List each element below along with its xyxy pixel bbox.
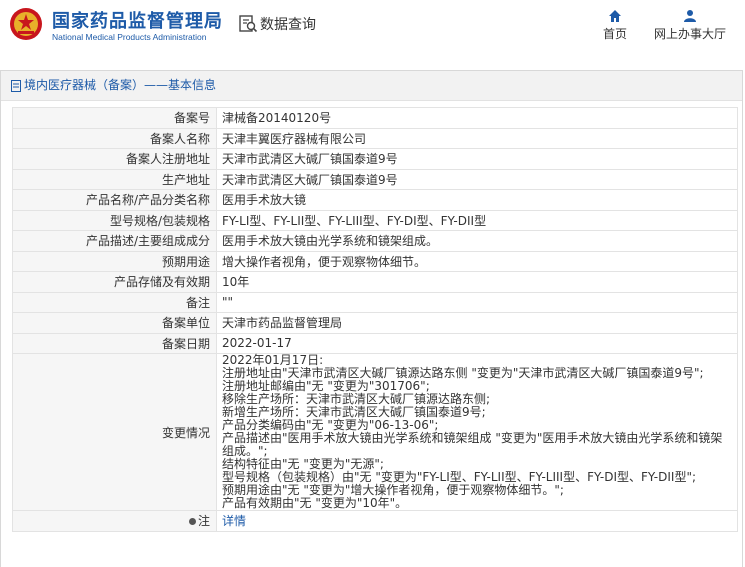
detail-panel: 境内医疗器械（备案）——基本信息 备案号 津械备20140120号 备案人名称 … <box>0 70 743 567</box>
table-row: 产品描述/主要组成成分 医用手术放大镜由光学系统和镜架组成。 <box>12 230 738 252</box>
field-label: 产品描述/主要组成成分 <box>12 230 217 252</box>
field-label: 预期用途 <box>12 250 217 272</box>
record-detail-table: 备案号 津械备20140120号 备案人名称 天津丰翼医疗器械有限公司 备案人注… <box>12 107 738 532</box>
national-emblem-logo[interactable] <box>9 7 43 41</box>
nav-online-office[interactable]: 网上办事大厅 <box>650 9 730 42</box>
nav-home[interactable]: 首页 <box>598 9 632 42</box>
field-value: 增大操作者视角，便于观察物体细节。 <box>216 250 738 272</box>
table-row: 备案号 津械备20140120号 <box>12 107 738 129</box>
table-row: 预期用途 增大操作者视角，便于观察物体细节。 <box>12 250 738 272</box>
table-row: 备案人注册地址 天津市武清区大碱厂镇国泰道9号 <box>12 148 738 170</box>
table-row: 备案人名称 天津丰翼医疗器械有限公司 <box>12 127 738 149</box>
field-value: 天津市武清区大碱厂镇国泰道9号 <box>216 148 738 170</box>
info-bulb-icon <box>188 518 196 526</box>
panel-title-text: 境内医疗器械（备案）——基本信息 <box>24 78 217 92</box>
user-icon <box>684 10 696 22</box>
field-label: 型号规格/包装规格 <box>12 209 217 231</box>
field-value: 津械备20140120号 <box>216 107 738 129</box>
field-label: 备注 <box>12 291 217 313</box>
field-value: 10年 <box>216 271 738 293</box>
field-value: 天津丰翼医疗器械有限公司 <box>216 127 738 149</box>
table-row: 产品存储及有效期 10年 <box>12 271 738 293</box>
field-label: 备案日期 <box>12 332 217 354</box>
field-label: 备案号 <box>12 107 217 129</box>
panel-title: 境内医疗器械（备案）——基本信息 <box>1 71 742 101</box>
field-value: FY-LI型、FY-LII型、FY-LIII型、FY-DI型、FY-DII型 <box>216 209 738 231</box>
details-link[interactable]: 详情 <box>222 514 246 528</box>
field-label: 备案单位 <box>12 312 217 334</box>
site-header: 国家药品监督管理局 National Medical Products Admi… <box>0 0 745 52</box>
brand-subtitle: National Medical Products Administration <box>52 32 207 42</box>
field-label: 产品名称/产品分类名称 <box>12 189 217 211</box>
field-value: 2022-01-17 <box>216 332 738 354</box>
data-query-link[interactable]: 数据查询 <box>238 14 316 34</box>
nav-online-office-label: 网上办事大厅 <box>653 27 726 41</box>
table-row: 生产地址 天津市武清区大碱厂镇国泰道9号 <box>12 168 738 190</box>
field-label: 产品存储及有效期 <box>12 271 217 293</box>
field-value: 天津市药品监督管理局 <box>216 312 738 334</box>
table-row: 备案单位 天津市药品监督管理局 <box>12 312 738 334</box>
brand-title: 国家药品监督管理局 <box>52 11 223 32</box>
table-row: 型号规格/包装规格 FY-LI型、FY-LII型、FY-LIII型、FY-DI型… <box>12 209 738 231</box>
field-label: 变更情况 <box>12 353 217 511</box>
field-label: 备案人注册地址 <box>12 148 217 170</box>
home-icon <box>609 10 621 22</box>
document-search-icon <box>239 15 258 33</box>
change-line: 产品描述由"医用手术放大镜由光学系统和镜架组成 "变更为"医用手术放大镜由光学系… <box>222 431 723 458</box>
table-row: 备注 "" <box>12 291 738 313</box>
document-icon <box>11 79 21 92</box>
table-row-change-history: 变更情况 2022年01月17日: 注册地址由"天津市武清区大碱厂镇源达路东侧 … <box>12 353 738 511</box>
table-row: 备案日期 2022-01-17 <box>12 332 738 354</box>
data-query-label: 数据查询 <box>260 17 316 33</box>
nav-home-label: 首页 <box>602 27 627 41</box>
field-label: 备案人名称 <box>12 127 217 149</box>
note-value-cell: 详情 <box>216 510 738 532</box>
field-value: 天津市武清区大碱厂镇国泰道9号 <box>216 168 738 190</box>
table-row-note: 注 详情 <box>12 510 738 532</box>
field-label: 生产地址 <box>12 168 217 190</box>
field-value: 医用手术放大镜 <box>216 189 738 211</box>
change-history: 2022年01月17日: 注册地址由"天津市武清区大碱厂镇源达路东侧 "变更为"… <box>216 353 738 511</box>
note-label: 注 <box>197 514 210 529</box>
change-line: 产品有效期由"无 "变更为"10年"。 <box>222 496 408 510</box>
note-label-cell: 注 <box>12 510 217 532</box>
field-value: "" <box>216 291 738 313</box>
field-value: 医用手术放大镜由光学系统和镜架组成。 <box>216 230 738 252</box>
table-row: 产品名称/产品分类名称 医用手术放大镜 <box>12 189 738 211</box>
